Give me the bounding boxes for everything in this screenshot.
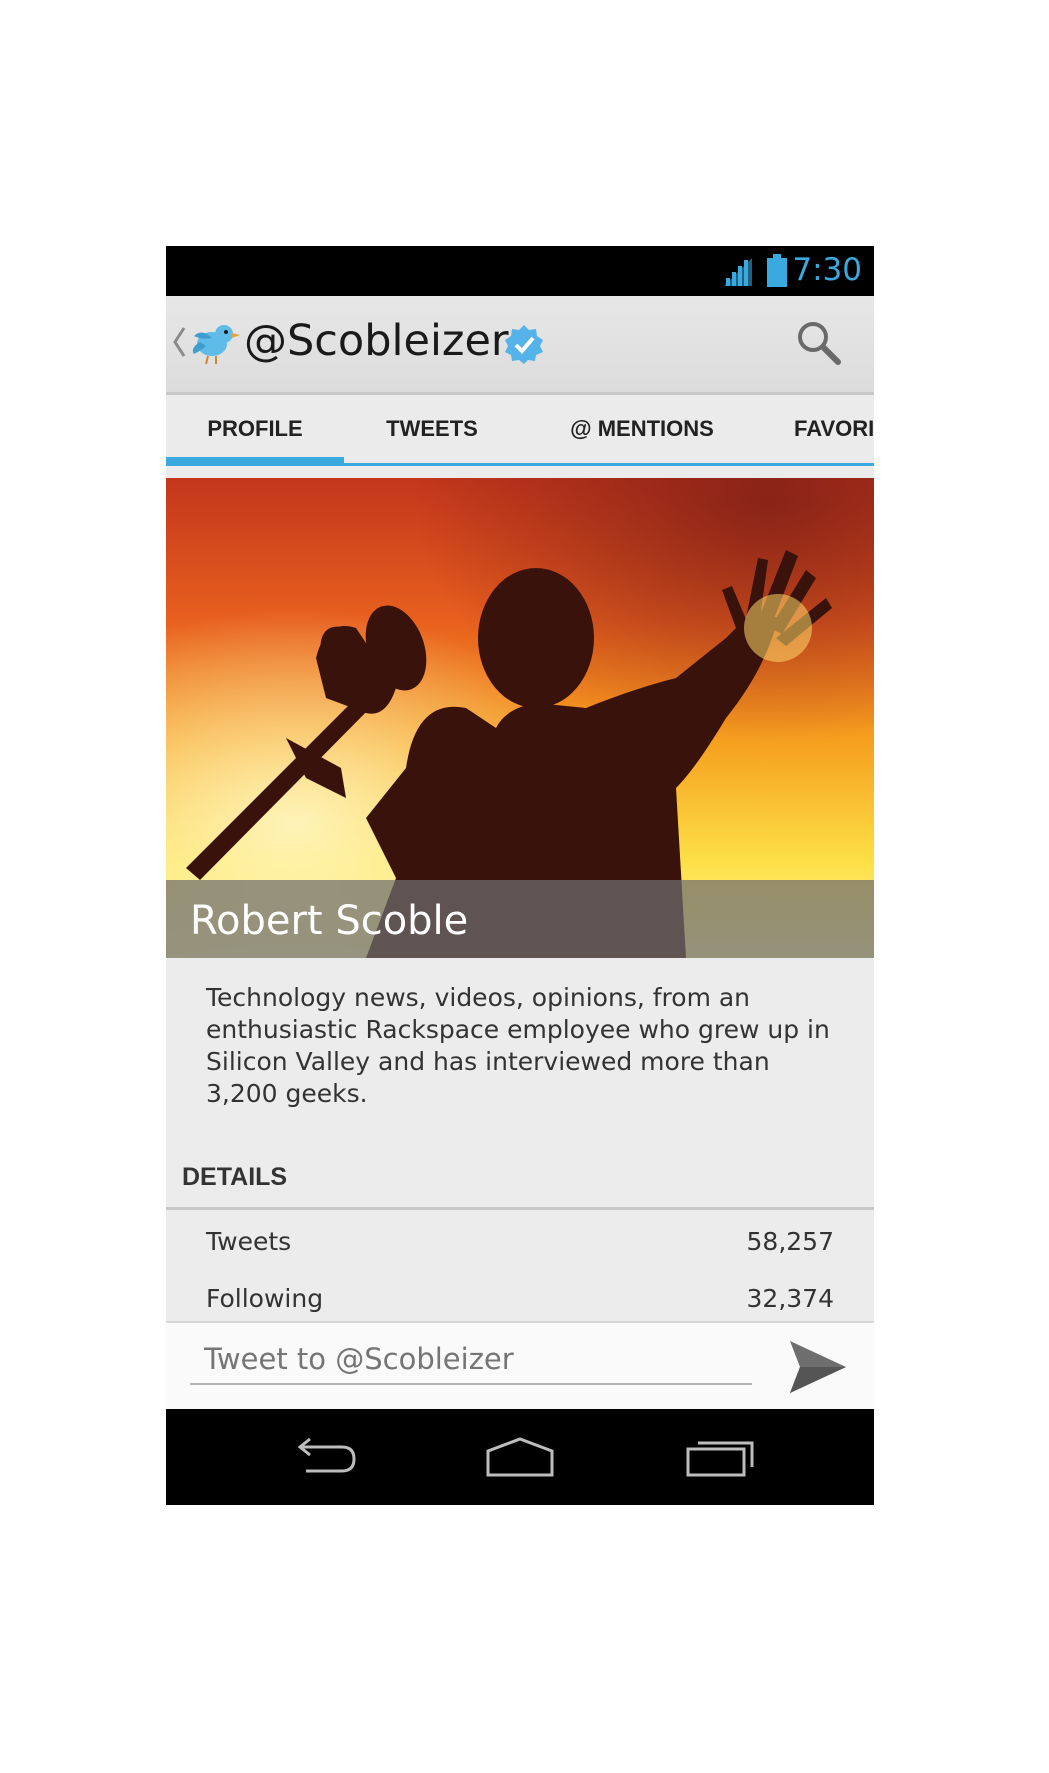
name-strip: Robert Scoble [166, 880, 874, 958]
tweet-input[interactable] [190, 1335, 752, 1385]
battery-icon [766, 254, 788, 293]
divider [166, 1207, 874, 1210]
tab-strip: PROFILE TWEETS @ MENTIONS FAVORI [166, 395, 874, 466]
recent-apps-icon[interactable] [684, 1437, 756, 1482]
bio-line: Silicon Valley and has interviewed more … [206, 1047, 770, 1076]
system-nav-bar [166, 1409, 874, 1505]
detail-value: 32,374 [746, 1284, 834, 1313]
back-icon[interactable] [290, 1437, 358, 1482]
phone-screen: 7:30 @Scobleizer PROFILE TWEETS @ MENTIO… [166, 246, 874, 1505]
bio-line: Technology news, videos, opinions, from … [206, 983, 751, 1012]
tab-label: @ MENTIONS [570, 416, 714, 441]
profile-banner: Robert Scoble [166, 478, 874, 958]
status-bar: 7:30 [166, 246, 874, 296]
details-heading: DETAILS [182, 1163, 288, 1191]
profile-bio: Technology news, videos, opinions, from … [206, 982, 846, 1110]
detail-value: 58,257 [746, 1227, 834, 1256]
tab-label: PROFILE [207, 416, 303, 441]
detail-label: Tweets [206, 1227, 292, 1256]
compose-bar [166, 1321, 874, 1411]
profile-name: Robert Scoble [190, 898, 469, 944]
signal-icon [722, 256, 754, 293]
tab-tweets[interactable]: TWEETS [344, 395, 520, 463]
search-icon[interactable] [794, 318, 842, 371]
action-bar: @Scobleizer [166, 296, 874, 395]
detail-row-tweets[interactable]: Tweets 58,257 [206, 1222, 834, 1262]
screen-title: @Scobleizer [244, 316, 509, 366]
tab-profile[interactable]: PROFILE [166, 395, 344, 466]
tab-label: FAVORI [794, 416, 874, 441]
bio-line: 3,200 geeks. [206, 1079, 368, 1108]
detail-row-following[interactable]: Following 32,374 [206, 1279, 834, 1319]
clock: 7:30 [792, 252, 862, 288]
tab-favorites[interactable]: FAVORI [794, 395, 874, 463]
twitter-bird-icon[interactable] [188, 318, 240, 371]
up-chevron-icon[interactable] [172, 326, 186, 363]
send-icon[interactable] [788, 1339, 848, 1400]
home-icon[interactable] [484, 1437, 556, 1482]
tab-mentions[interactable]: @ MENTIONS [530, 395, 754, 463]
bio-line: enthusiastic Rackspace employee who grew… [206, 1015, 830, 1044]
verified-badge-icon [504, 324, 544, 369]
tab-label: TWEETS [386, 416, 478, 441]
detail-label: Following [206, 1284, 324, 1313]
